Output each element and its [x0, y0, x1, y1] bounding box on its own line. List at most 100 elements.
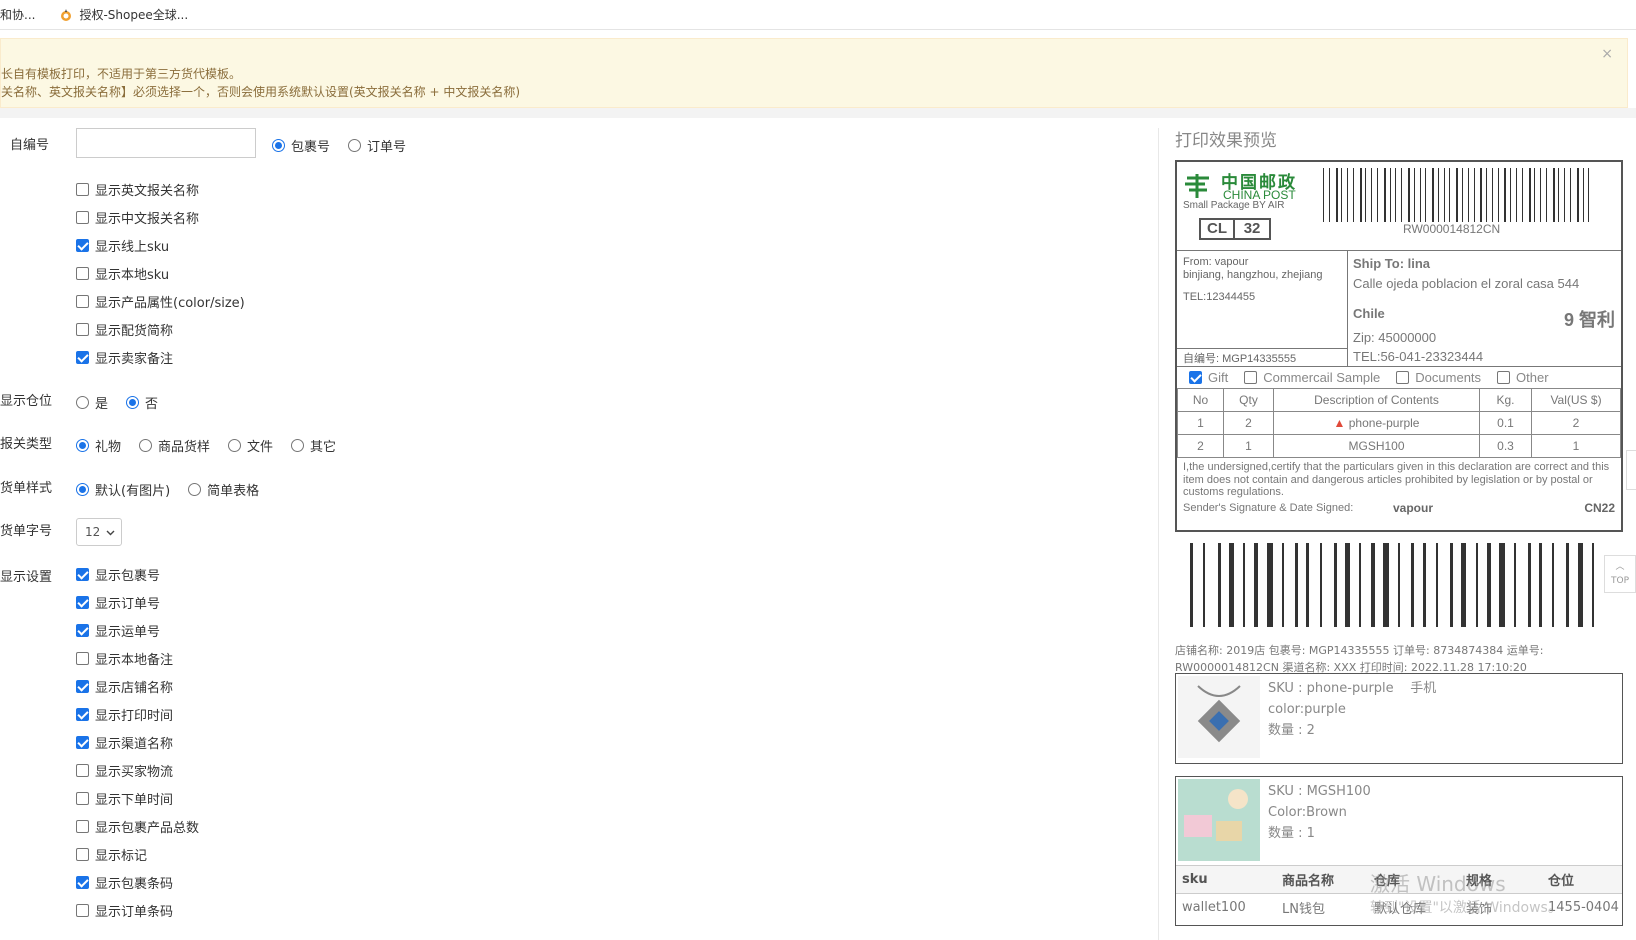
- custom-no-input[interactable]: [76, 128, 256, 158]
- barcode-bar: [1591, 543, 1594, 627]
- cell-location: 1455-0404: [1542, 893, 1622, 922]
- side-collapse-handle[interactable]: [1626, 450, 1636, 490]
- barcode-bar: [1353, 543, 1356, 627]
- radio-package-no[interactable]: 包裹号: [272, 136, 330, 155]
- bookmark-item[interactable]: 授权-Shopee全球...: [59, 6, 188, 23]
- category-row: Gift Commercail Sample Documents Other: [1189, 370, 1549, 385]
- barcode-bar: [1435, 543, 1438, 627]
- radio-document[interactable]: 文件: [228, 436, 273, 455]
- cell-desc: ▲ phone-purple: [1273, 411, 1480, 435]
- sku-info: SKU : phone-purple 手机 color:purple 数量 : …: [1268, 678, 1436, 741]
- checkbox-display-10[interactable]: 显示标记: [76, 845, 147, 864]
- checkbox-label: 显示渠道名称: [95, 737, 174, 752]
- show-location-label: 显示仓位: [0, 394, 53, 409]
- table-header: 仓位: [1542, 865, 1622, 894]
- barcode-bar: [1464, 168, 1466, 222]
- barcode-bar: [1597, 543, 1600, 627]
- checkbox-display-8[interactable]: 显示下单时间: [76, 789, 173, 808]
- radio-sample[interactable]: 商品货样: [139, 436, 210, 455]
- barcode-bar: [1572, 168, 1575, 222]
- checkbox-display-11[interactable]: 显示包裹条码: [76, 873, 173, 892]
- checkbox-display-2[interactable]: 显示运单号: [76, 621, 160, 640]
- radio-other[interactable]: 其它: [291, 436, 336, 455]
- cn22: CN22: [1584, 501, 1615, 515]
- barcode-bar: [1497, 168, 1499, 222]
- checkbox-display-6[interactable]: 显示渠道名称: [76, 733, 173, 752]
- checkbox-icon: [76, 568, 89, 581]
- checkbox-top-6[interactable]: 显示卖家备注: [76, 348, 173, 367]
- category-option: Commercail Sample: [1244, 370, 1380, 385]
- checkbox-top-0[interactable]: 显示英文报关名称: [76, 180, 199, 199]
- checkbox-display-4[interactable]: 显示店铺名称: [76, 677, 173, 696]
- notice-line-1: 长自有模板打印，不适用于第三方货代模板。: [1, 67, 242, 81]
- barcode-bar: [1432, 168, 1435, 222]
- barcode-bar: [1558, 168, 1560, 222]
- checkbox-display-0[interactable]: 显示包裹号: [76, 565, 160, 584]
- checkbox-display-1[interactable]: 显示订单号: [76, 593, 160, 612]
- radio-label: 订单号: [367, 140, 407, 155]
- barcode-bar: [1534, 168, 1536, 222]
- radio-dot: [291, 439, 305, 452]
- barcode-bar: [1532, 168, 1533, 222]
- checkbox-display-9[interactable]: 显示包裹产品总数: [76, 817, 199, 836]
- barcode-bar: [1217, 543, 1221, 627]
- divider: [1177, 366, 1621, 367]
- checkbox-icon: [1497, 371, 1511, 384]
- close-icon[interactable]: ×: [1601, 45, 1613, 63]
- barcode-bar: [1411, 168, 1412, 222]
- checkbox-display-3[interactable]: 显示本地备注: [76, 649, 173, 668]
- bookmark-label: 授权-Shopee全球...: [79, 8, 189, 22]
- barcode-bar: [1377, 168, 1379, 222]
- checkbox-top-3[interactable]: 显示本地sku: [76, 264, 169, 283]
- barcode-bar: [1527, 543, 1531, 627]
- radio-simple-table[interactable]: 简单表格: [188, 480, 259, 499]
- radio-label: 否: [145, 397, 159, 412]
- certify-text: I,the undersigned,certify that the parti…: [1183, 461, 1610, 498]
- radio-default-style[interactable]: 默认(有图片): [76, 480, 170, 499]
- radio-gift[interactable]: 礼物: [76, 436, 121, 455]
- font-size-select[interactable]: 12: [76, 518, 122, 546]
- cl-code-box: CL 32: [1199, 218, 1271, 240]
- radio-label: 包裹号: [291, 140, 331, 155]
- barcode-bar: [1323, 168, 1324, 222]
- checkbox-display-7[interactable]: 显示买家物流: [76, 761, 173, 780]
- barcode-bar: [1540, 168, 1542, 222]
- barcode-bar: [1382, 543, 1389, 627]
- barcode-bar: [1395, 168, 1397, 222]
- barcode-bar: [1552, 168, 1555, 222]
- checkbox-top-4[interactable]: 显示产品属性(color/size): [76, 292, 245, 311]
- checkbox-icon: [76, 764, 89, 777]
- table-header: Val(US $): [1531, 388, 1621, 412]
- barcode-bar: [1352, 168, 1354, 222]
- cl-num: 32: [1243, 220, 1261, 237]
- barcode-bar: [1374, 168, 1376, 222]
- barcode-bar: [1514, 543, 1517, 627]
- radio-label: 默认(有图片): [95, 484, 171, 499]
- barcode-bar: [1461, 168, 1463, 222]
- cell-val: 1: [1531, 434, 1621, 458]
- barcode-bar: [1365, 168, 1367, 222]
- checkbox-top-2[interactable]: 显示线上sku: [76, 236, 169, 255]
- cell-qty: 2: [1223, 411, 1274, 435]
- barcode-bar: [1475, 543, 1478, 627]
- barcode-bar: [1243, 543, 1245, 627]
- radio-location-yes[interactable]: 是: [76, 393, 108, 412]
- back-to-top-button[interactable]: ︿ TOP: [1604, 555, 1636, 593]
- checkbox-label: 显示卖家备注: [95, 352, 174, 367]
- barcode-bar: [1428, 168, 1431, 222]
- radio-order-no[interactable]: 订单号: [348, 136, 406, 155]
- barcode-bar: [1561, 168, 1563, 222]
- checkbox-icon: [76, 904, 89, 917]
- category-option: Other: [1497, 370, 1549, 385]
- sku-attr: Color:Brown: [1268, 805, 1347, 820]
- radio-location-no[interactable]: 否: [126, 393, 158, 412]
- checkbox-label: 显示买家物流: [95, 765, 174, 780]
- checkbox-top-5[interactable]: 显示配货简称: [76, 320, 173, 339]
- bookmark-item[interactable]: 和协...: [0, 6, 35, 23]
- barcode-bar: [1545, 168, 1547, 222]
- barcode-bar: [1398, 543, 1400, 627]
- checkbox-top-1[interactable]: 显示中文报关名称: [76, 208, 199, 227]
- checkbox-display-5[interactable]: 显示打印时间: [76, 705, 173, 724]
- barcode-bar: [1528, 168, 1531, 222]
- checkbox-display-12[interactable]: 显示订单条码: [76, 901, 173, 920]
